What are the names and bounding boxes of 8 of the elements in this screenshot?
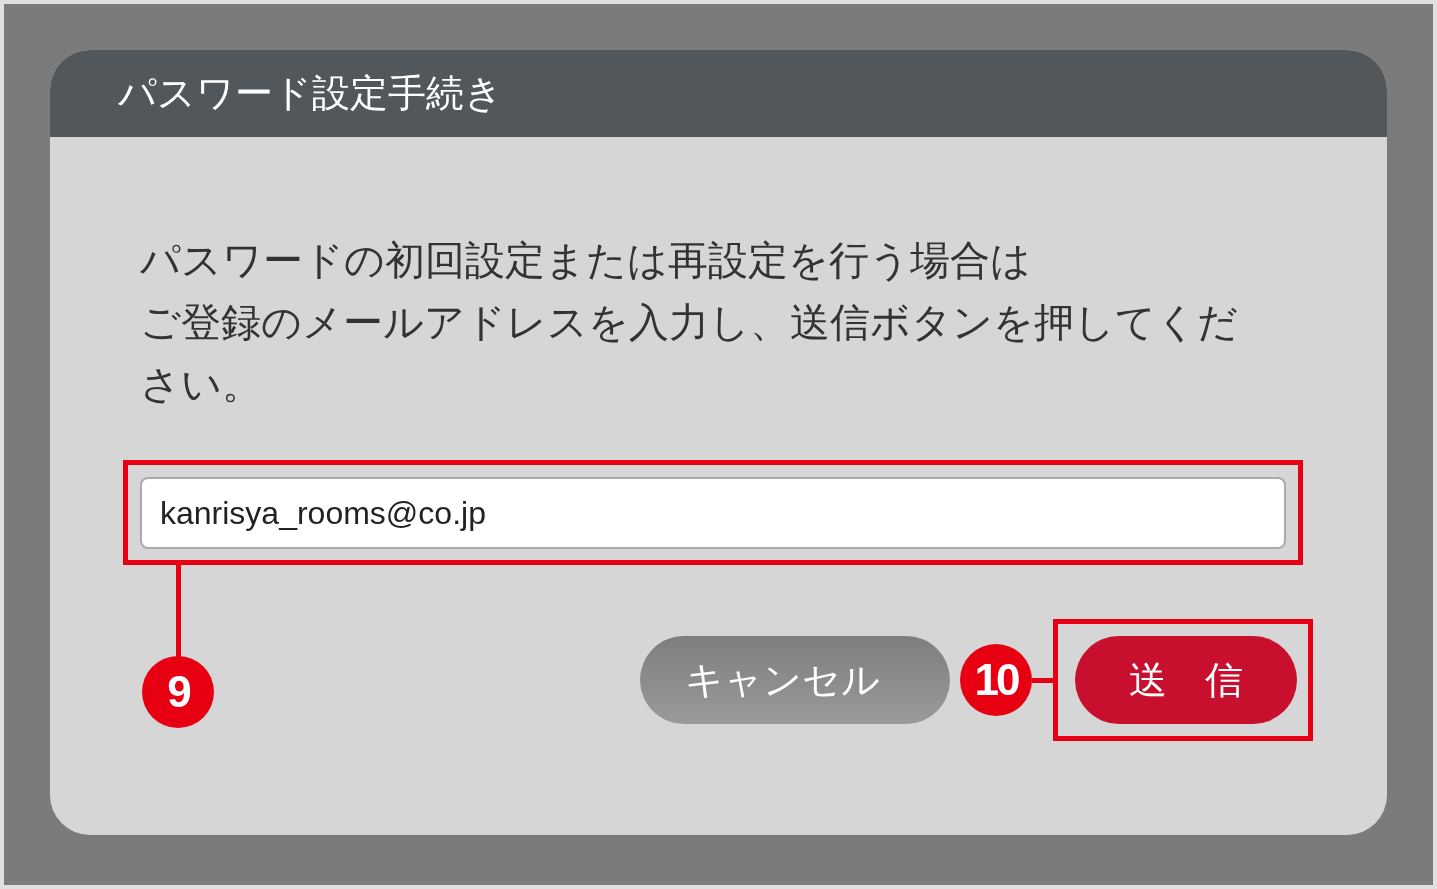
callout-number-badge: 10 — [960, 644, 1032, 716]
email-field[interactable]: kanrisya_rooms@co.jp — [140, 477, 1286, 549]
cancel-button[interactable]: キャンセル — [640, 636, 950, 724]
instruction-text: ご登録のメールアドレスを入力し、送信ボタンを押してください。 — [140, 298, 1239, 409]
instruction-text: パスワードの初回設定または再設定を行う場合は — [140, 236, 1032, 285]
dialog-title: パスワード設定手続き — [118, 70, 503, 117]
send-button[interactable]: 送 信 — [1075, 636, 1297, 724]
callout-number-badge: 9 — [142, 656, 214, 728]
